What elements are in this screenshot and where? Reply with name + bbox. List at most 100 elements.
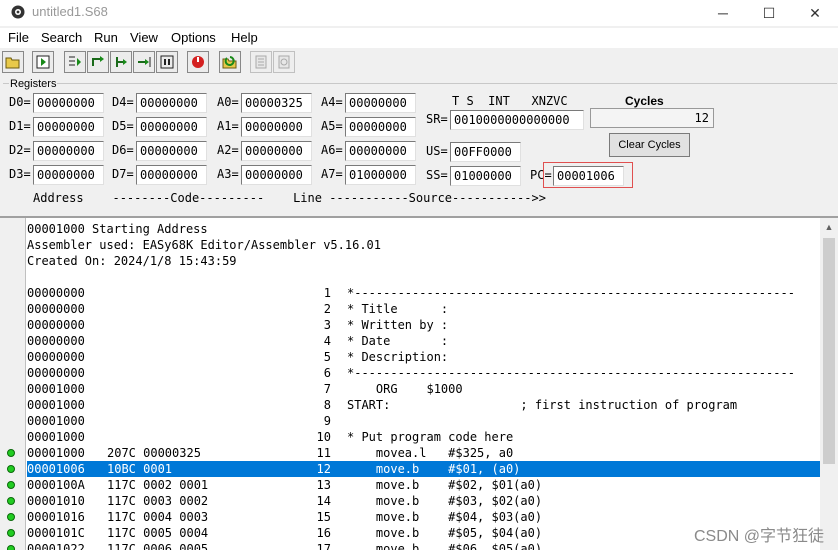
a0-field[interactable]: 00000325 [241,93,312,113]
scroll-up-icon[interactable]: ▲ [820,218,838,235]
log-disabled-button[interactable] [273,51,295,73]
breakpoint-marker-icon[interactable] [7,529,15,537]
auto-trace-icon [138,57,151,67]
listing-line-number: 10 [316,430,331,444]
scroll-thumb[interactable] [823,238,835,464]
listing-line-number: 16 [316,526,331,540]
d0-field[interactable]: 00000000 [33,93,104,113]
listing-line[interactable]: 00000000 3 * Written by : [27,317,820,333]
listing-line[interactable]: 0000100A 117C 0002 0001 13 move.b #$02, $0… [7,477,820,493]
vertical-scrollbar[interactable]: ▲ [820,218,838,550]
listing-line-current[interactable]: 00001006 10BC 0001 12 move.b #$01, (a0) [7,461,820,477]
breakpoint-marker-icon[interactable] [7,465,15,473]
menu-run[interactable]: Run [94,30,118,45]
menu-file[interactable]: File [8,30,29,45]
listing-line[interactable]: Assembler used: EASy68K Editor/Assembler… [27,237,820,253]
reset-button[interactable] [187,51,209,73]
listing-line[interactable]: 00001000 10 * Put program code here [27,429,820,445]
listing-line[interactable]: 00000000 5 * Description: [27,349,820,365]
listing-line[interactable]: 00001010 117C 0003 0002 14 move.b #$03, $0… [7,493,820,509]
listing-source: START: ; first instruction of program [347,398,738,412]
listing-line[interactable] [27,269,820,285]
log-icon [255,55,267,69]
pause-button[interactable] [156,51,178,73]
listing-line[interactable]: 00001000 8 START: ; first instruction of p… [27,397,820,413]
run-button[interactable] [32,51,54,73]
step-over-button[interactable] [64,51,86,73]
clear-cycles-button[interactable]: Clear Cycles [609,133,690,157]
d0-label: D0= [9,95,31,109]
breakpoint-marker-icon[interactable] [7,545,15,550]
d7-label: D7= [112,167,134,181]
close-button[interactable]: ✕ [792,0,838,26]
breakpoint-marker-icon[interactable] [7,513,15,521]
menu-search[interactable]: Search [41,30,82,45]
log-disabled-icon [278,55,290,69]
trace-into-icon [92,56,104,66]
trace-into-button[interactable] [87,51,109,73]
a3-label: A3= [217,167,239,181]
a5-field[interactable]: 00000000 [345,117,416,137]
run-to-cursor-button[interactable] [110,51,132,73]
maximize-button[interactable]: ☐ [746,0,792,26]
d5-field[interactable]: 00000000 [136,117,207,137]
listing-line[interactable]: Created On: 2024/1/8 15:43:59 [27,253,820,269]
title-bar: untitled1.S68 ─ ☐ ✕ [0,0,838,26]
menu-view[interactable]: View [130,30,158,45]
listing-source: move.b #$01, (a0) [347,462,521,476]
listing-source: * Put program code here [347,430,514,444]
menu-options[interactable]: Options [171,30,216,45]
listing-line[interactable]: 00001000 9 [27,413,820,429]
d4-label: D4= [112,95,134,109]
listing-source: * Written by : [347,318,449,332]
listing-line-number: 17 [316,542,331,550]
open-icon [5,57,20,69]
breakpoint-marker-icon[interactable] [7,497,15,505]
minimize-button[interactable]: ─ [700,0,746,26]
gear-icon[interactable] [10,4,26,20]
log-button[interactable] [250,51,272,73]
d1-field[interactable]: 00000000 [33,117,104,137]
sr-label: SR= [426,112,448,126]
a2-field[interactable]: 00000000 [241,141,312,161]
d6-field[interactable]: 00000000 [136,141,207,161]
menu-help[interactable]: Help [231,30,258,45]
listing-line[interactable]: 00000000 6 *------------------------------… [27,365,820,381]
listing-line[interactable]: 00000000 2 * Title : [27,301,820,317]
breakpoint-marker-icon[interactable] [7,481,15,489]
listing-line[interactable]: 00000000 1 *------------------------------… [27,285,820,301]
a4-label: A4= [321,95,343,109]
listing-line[interactable]: 00001000 Starting Address [27,221,820,237]
reload-icon [222,56,237,69]
d2-field[interactable]: 00000000 [33,141,104,161]
a4-field[interactable]: 00000000 [345,93,416,113]
a7-field[interactable]: 01000000 [345,165,416,185]
listing-line-number: 9 [323,414,331,428]
a1-field[interactable]: 00000000 [241,117,312,137]
listing-line[interactable]: 00001000 207C 00000325 11 movea.l #$325, a… [7,445,820,461]
sr-field[interactable]: 0010000000000000 [450,110,584,130]
a3-field[interactable]: 00000000 [241,165,312,185]
listing-source: *---------------------------------------… [347,286,795,300]
d4-field[interactable]: 00000000 [136,93,207,113]
registers-label: Registers [9,78,58,90]
us-field[interactable]: 00FF0000 [450,142,521,162]
reload-button[interactable] [219,51,241,73]
listing-source: move.b #$03, $02(a0) [347,494,543,508]
listing-header-text: Created On: 2024/1/8 15:43:59 [27,254,237,268]
listing-line[interactable]: 00000000 4 * Date : [27,333,820,349]
listing-source: move.b #$05, $04(a0) [347,526,543,540]
open-button[interactable] [2,51,24,73]
auto-trace-button[interactable] [133,51,155,73]
ss-field[interactable]: 01000000 [450,166,521,186]
step-over-icon [69,56,81,66]
a6-field[interactable]: 00000000 [345,141,416,161]
d3-field[interactable]: 00000000 [33,165,104,185]
listing-line[interactable]: 00001000 7 ORG $1000 [27,381,820,397]
listing-line-number: 2 [323,302,331,316]
d7-field[interactable]: 00000000 [136,165,207,185]
listing-source: * Date : [347,334,449,348]
listing-source: *---------------------------------------… [347,366,795,380]
breakpoint-marker-icon[interactable] [7,449,15,457]
pause-icon [160,55,174,69]
